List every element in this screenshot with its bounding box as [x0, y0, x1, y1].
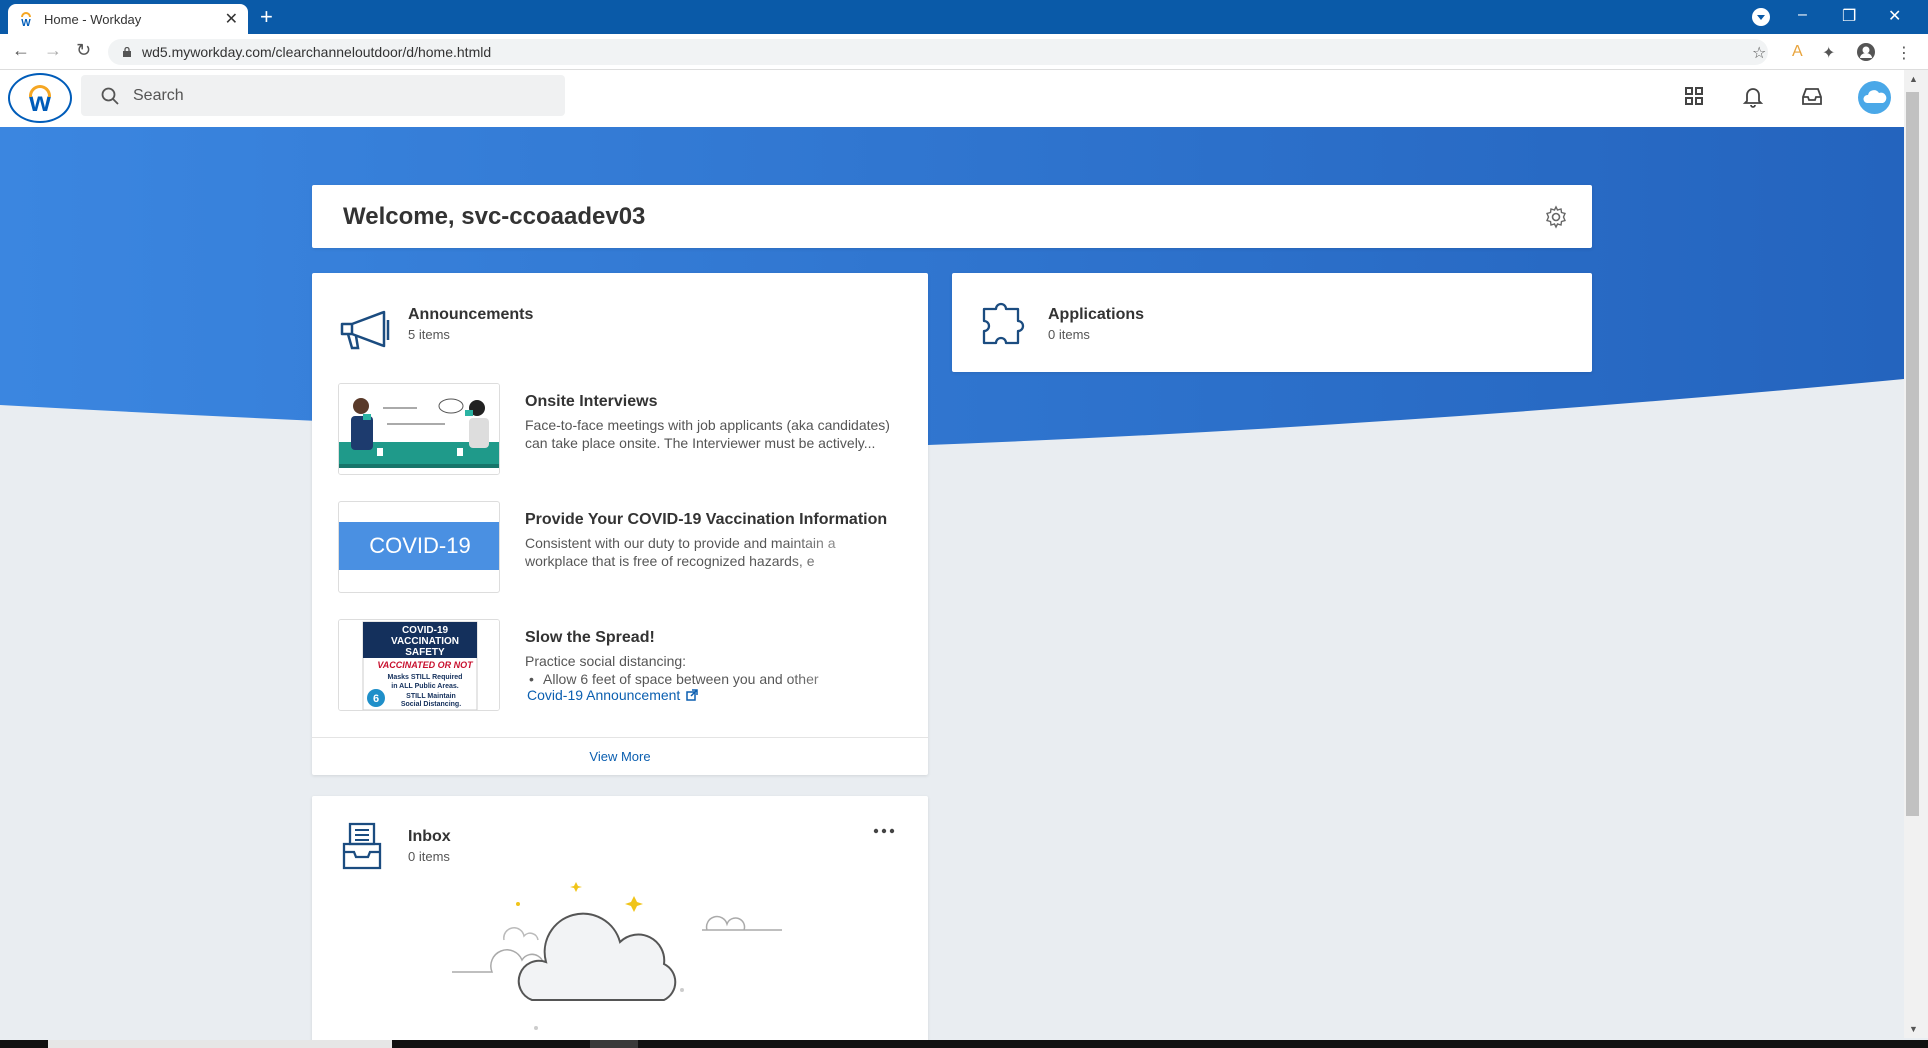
url-text: wd5.myworkday.com/clearchanneloutdoor/d/… [142, 44, 492, 60]
view-more-link[interactable]: View More [312, 749, 928, 764]
announcement-title[interactable]: Slow the Spread! [525, 629, 655, 647]
new-tab-button[interactable]: + [260, 6, 273, 28]
browser-profile-icon[interactable] [1856, 42, 1876, 62]
announcement-description: Face-to-face meetings with job applicant… [525, 417, 890, 451]
inbox-count: 0 items [408, 849, 450, 864]
scroll-up-icon[interactable]: ▲ [1909, 74, 1918, 84]
user-avatar[interactable] [1858, 81, 1891, 114]
more-options-icon[interactable] [872, 826, 896, 836]
poster-line-4: VACCINATED OR NOT [377, 660, 474, 670]
inbox-documents-icon [342, 822, 382, 870]
applications-card: Applications 0 items [952, 273, 1592, 372]
search-icon [101, 87, 119, 105]
reload-icon[interactable]: ↻ [76, 40, 91, 61]
bullet-dot: • [529, 671, 534, 687]
view-more-divider [312, 737, 928, 738]
poster-line-7: STILL Maintain [406, 693, 456, 700]
apps-grid-icon[interactable] [1682, 84, 1706, 108]
poster-line-8: Social Distancing. [401, 701, 461, 708]
close-window-button[interactable]: ✕ [1888, 6, 1901, 26]
announcement-thumbnail: COVID-19 VACCINATION SAFETY VACCINATED O… [338, 619, 500, 711]
tab-title: Home - Workday [44, 11, 142, 27]
megaphone-icon [340, 310, 390, 350]
browser-menu-icon[interactable]: ⋮ [1896, 43, 1912, 63]
browser-tab[interactable]: W Home - Workday ✕ [8, 4, 248, 34]
workday-header: w [0, 70, 1904, 127]
tab-close-icon[interactable]: ✕ [225, 9, 238, 29]
bookmark-star-icon[interactable]: ☆ [1752, 43, 1766, 63]
interview-illustration [339, 384, 499, 474]
covid-announcement-link-label: Covid-19 Announcement [527, 687, 681, 703]
empty-inbox-cloud-illustration [452, 882, 782, 1030]
cloud-avatar-icon [1863, 90, 1887, 103]
welcome-title: Welcome, svc-ccoaadev03 [343, 203, 646, 230]
welcome-card: Welcome, svc-ccoaadev03 [312, 185, 1592, 248]
browser-address-bar: ← → ↻ wd5.myworkday.com/clearchanneloutd… [0, 34, 1928, 70]
notifications-bell-icon[interactable] [1741, 84, 1765, 108]
scrollbar-thumb[interactable] [1906, 92, 1919, 816]
poster-line-1: COVID-19 [402, 625, 449, 636]
announcement-thumbnail [338, 383, 500, 475]
browser-tab-bar: W Home - Workday ✕ + – ❐ ✕ [0, 0, 1928, 34]
search-input[interactable] [133, 86, 533, 105]
taskbar-window-segment[interactable] [48, 1040, 392, 1048]
url-field[interactable]: wd5.myworkday.com/clearchanneloutdoor/d/… [108, 39, 1768, 65]
back-arrow-icon[interactable]: ← [12, 40, 30, 61]
minimize-button[interactable]: – [1798, 6, 1807, 24]
announcement-title[interactable]: Provide Your COVID-19 Vaccination Inform… [525, 511, 887, 529]
poster-number: 6 [373, 693, 379, 705]
workday-logo[interactable]: w [8, 73, 72, 123]
poster-line-6: in ALL Public Areas. [391, 683, 458, 690]
gear-icon[interactable] [1544, 205, 1568, 229]
poster-line-3: SAFETY [405, 647, 445, 658]
poster-line-2: VACCINATION [391, 636, 459, 647]
announcement-item[interactable]: COVID-19 Provide Your COVID-19 Vaccinati… [338, 501, 908, 595]
search-bar[interactable] [81, 75, 565, 116]
inbox-title[interactable]: Inbox [408, 828, 451, 846]
announcements-count: 5 items [408, 327, 450, 342]
acrobat-extension-icon[interactable]: A [1792, 43, 1803, 61]
announcements-title[interactable]: Announcements [408, 306, 533, 324]
announcement-thumbnail: COVID-19 [338, 501, 500, 593]
announcement-bullet-text: Allow 6 feet of space between you and ot… [543, 671, 819, 687]
announcements-card: Announcements 5 items Onsite Interviews … [312, 273, 928, 775]
scroll-down-icon[interactable]: ▼ [1909, 1024, 1918, 1034]
announcement-bullet: • Allow 6 feet of space between you and … [525, 670, 895, 688]
extensions-puzzle-icon[interactable]: ✦ [1822, 43, 1835, 63]
svg-text:W: W [21, 18, 31, 27]
browser-profile-menu-icon[interactable] [1752, 8, 1770, 26]
forward-arrow-icon[interactable]: → [44, 40, 62, 61]
restore-button[interactable]: ❐ [1842, 6, 1856, 26]
announcement-item[interactable]: Onsite Interviews Face-to-face meetings … [338, 383, 908, 477]
inbox-card: Inbox 0 items [312, 796, 928, 1046]
poster-line-5: Masks STILL Required [388, 674, 463, 681]
puzzle-piece-icon [982, 302, 1025, 345]
announcement-description: Practice social distancing: [525, 653, 687, 669]
external-link-icon [686, 689, 699, 701]
announcement-item[interactable]: COVID-19 VACCINATION SAFETY VACCINATED O… [338, 619, 908, 713]
applications-title[interactable]: Applications [1048, 306, 1144, 324]
applications-count: 0 items [1048, 327, 1090, 342]
announcement-description: Consistent with our duty to provide and … [525, 534, 895, 570]
covid-announcement-link[interactable]: Covid-19 Announcement [527, 687, 699, 703]
covid-banner: COVID-19 [339, 522, 499, 570]
inbox-tray-icon[interactable] [1800, 84, 1824, 108]
covid-safety-poster: COVID-19 VACCINATION SAFETY VACCINATED O… [339, 620, 499, 710]
taskbar-app-segment[interactable] [590, 1040, 638, 1048]
lock-icon [123, 47, 131, 57]
workday-favicon-icon: W [21, 12, 31, 27]
announcement-title[interactable]: Onsite Interviews [525, 393, 658, 411]
